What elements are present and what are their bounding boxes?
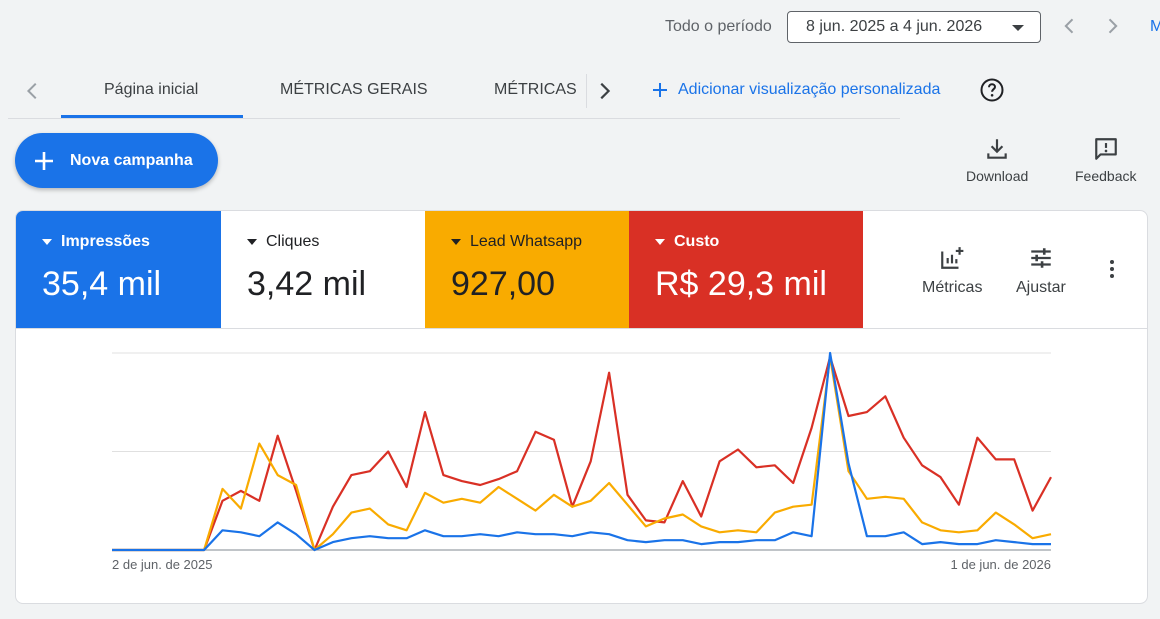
- tune-icon: [1031, 248, 1051, 268]
- next-period-button[interactable]: [1100, 12, 1124, 40]
- plus-icon: [35, 151, 53, 170]
- metric-value: 35,4 mil: [42, 265, 162, 303]
- dropdown-triangle-icon: [655, 239, 665, 245]
- metric-lead-whatsapp[interactable]: Lead Whatsapp 927,00: [425, 211, 629, 328]
- tab-pagina-inicial[interactable]: Página inicial: [104, 81, 198, 99]
- metric-cliques[interactable]: Cliques 3,42 mil: [221, 211, 425, 328]
- metric-value: R$ 29,3 mil: [655, 265, 827, 303]
- feedback-icon: [1094, 138, 1117, 160]
- metric-label: Cliques: [266, 233, 320, 250]
- x-axis-end-label: 1 de jun. de 2026: [951, 557, 1051, 572]
- download-button[interactable]: Download: [966, 136, 1028, 184]
- metric-value: 927,00: [451, 265, 555, 303]
- tabs-scroll-left-button[interactable]: [20, 78, 46, 104]
- download-label: Download: [966, 168, 1029, 184]
- chevron-right-icon: [1108, 18, 1118, 34]
- chevron-right-icon: [600, 82, 611, 100]
- metric-custo[interactable]: Custo R$ 29,3 mil: [629, 211, 863, 328]
- new-campaign-button[interactable]: Nova campanha: [15, 133, 218, 188]
- dropdown-triangle-icon: [42, 239, 52, 245]
- series-line-1: [112, 355, 1052, 552]
- help-icon[interactable]: [980, 78, 1004, 102]
- new-campaign-label: Nova campanha: [70, 151, 193, 169]
- chevron-left-icon: [1064, 18, 1074, 34]
- adjust-label: Ajustar: [1016, 279, 1066, 296]
- period-label: Todo o período: [665, 18, 772, 35]
- x-axis-start-label: 2 de jun. de 2025: [112, 557, 212, 572]
- dropdown-triangle-icon: [451, 239, 461, 245]
- metric-label: Custo: [674, 233, 720, 250]
- performance-chart: 2 de jun. de 2025 1 de jun. de 2026: [112, 351, 1052, 572]
- metrics-label: Métricas: [922, 279, 983, 296]
- add-chart-icon: [941, 247, 964, 269]
- add-custom-view-button[interactable]: Adicionar visualização personalizada: [652, 81, 940, 99]
- metric-value: 3,42 mil: [247, 265, 367, 303]
- performance-card: Impressões 35,4 mil Cliques 3,42 mil Lea…: [15, 210, 1148, 604]
- add-custom-view-label: Adicionar visualização personalizada: [678, 81, 941, 98]
- date-range-select[interactable]: 8 jun. 2025 a 4 jun. 2026: [787, 11, 1041, 43]
- feedback-button[interactable]: Feedback: [1075, 136, 1136, 184]
- tab-metricas-gerais[interactable]: MÉTRICAS GERAIS: [280, 81, 428, 99]
- plus-icon: [653, 83, 667, 97]
- tab-divider: [586, 74, 587, 108]
- active-tab-indicator: [61, 115, 243, 118]
- metric-label: Lead Whatsapp: [470, 233, 583, 250]
- feedback-label: Feedback: [1075, 168, 1137, 184]
- metric-label: Impressões: [61, 233, 150, 250]
- google-ads-overview: Todo o período 8 jun. 2025 a 4 jun. 2026…: [0, 0, 1160, 619]
- adjust-button[interactable]: Ajustar: [1016, 245, 1066, 297]
- series-line-0: [112, 355, 1052, 552]
- truncated-header-link[interactable]: M: [1150, 18, 1160, 36]
- tabs-scroll-right-button[interactable]: [591, 78, 617, 104]
- chart-grid: [112, 352, 1051, 551]
- metric-impressoes[interactable]: Impressões 35,4 mil: [16, 211, 221, 328]
- dropdown-caret-icon: [1012, 25, 1024, 31]
- metrics-button[interactable]: Métricas: [922, 245, 982, 297]
- more-vert-icon[interactable]: [1100, 257, 1124, 281]
- tab-metricas[interactable]: MÉTRICAS: [494, 81, 577, 99]
- date-range-value: 8 jun. 2025 a 4 jun. 2026: [806, 18, 983, 35]
- chevron-left-icon: [26, 82, 37, 100]
- download-icon: [987, 139, 1007, 159]
- dropdown-triangle-icon: [247, 239, 257, 245]
- previous-period-button[interactable]: [1058, 12, 1082, 40]
